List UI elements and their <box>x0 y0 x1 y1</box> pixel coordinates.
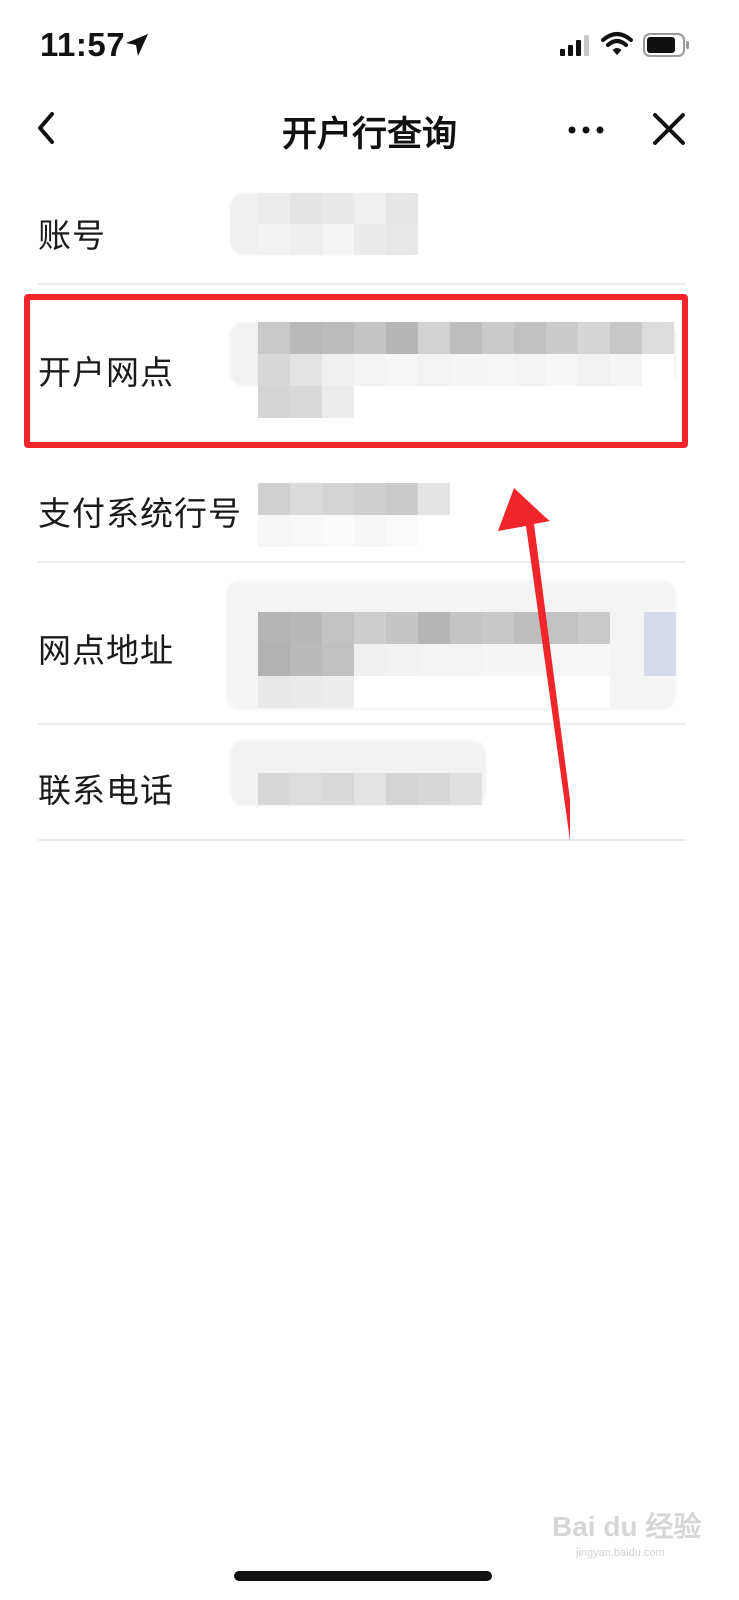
wifi-icon <box>601 32 633 55</box>
location-arrow-icon <box>126 34 148 56</box>
highlight-box <box>24 294 688 448</box>
redacted-mosaic-payment-code <box>258 483 450 547</box>
row-label-payment-code: 支付系统行号 <box>38 494 242 533</box>
row-label-address: 网点地址 <box>38 631 174 670</box>
battery-icon <box>643 33 689 57</box>
cellular-signal-icon <box>560 35 589 56</box>
redacted-mosaic-account <box>258 193 418 255</box>
watermark-url: jingyan.baidu.com <box>576 1547 665 1559</box>
baidu-watermark: Bai du 经验 <box>552 1511 702 1542</box>
divider <box>38 283 686 285</box>
redacted-mosaic-phone <box>258 773 482 805</box>
home-indicator[interactable] <box>234 1571 492 1581</box>
navigation-bar: 开户行查询 <box>0 90 739 170</box>
more-dots-icon[interactable] <box>566 124 606 136</box>
annotation-arrow <box>498 488 570 841</box>
divider <box>38 561 686 563</box>
page-title: 开户行查询 <box>281 115 457 155</box>
status-time: 11:57 <box>40 26 126 63</box>
divider <box>38 723 686 725</box>
row-label-phone: 联系电话 <box>38 771 174 810</box>
row-label-account: 账号 <box>38 216 106 255</box>
divider <box>38 839 686 841</box>
redacted-mosaic-tile <box>644 612 676 676</box>
status-bar: 11:57 <box>0 0 739 90</box>
close-icon[interactable] <box>650 110 688 148</box>
